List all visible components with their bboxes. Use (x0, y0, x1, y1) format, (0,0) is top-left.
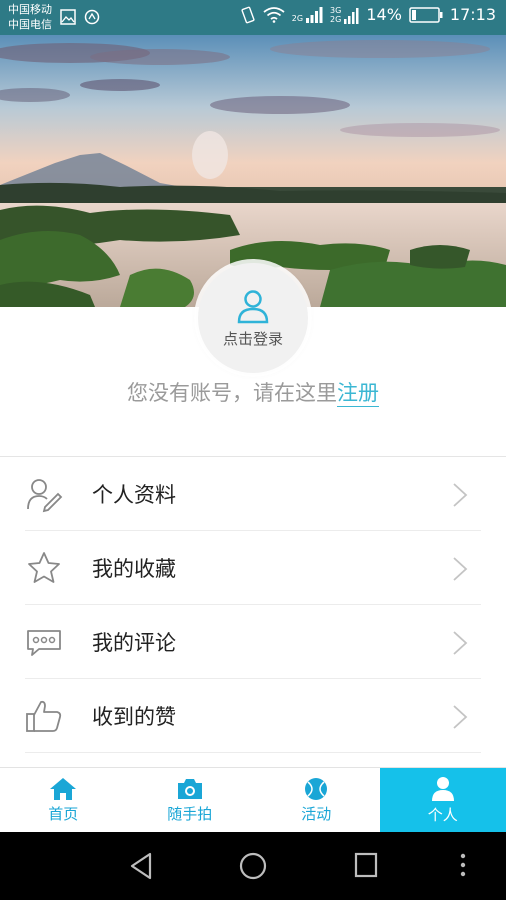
chevron-right-icon (453, 483, 468, 507)
status-left-icons (60, 9, 100, 25)
menu-item-label: 我的评论 (92, 631, 176, 655)
chevron-right-icon (453, 705, 468, 729)
ball-icon (305, 777, 328, 800)
register-link[interactable]: 注册 (337, 381, 379, 407)
carrier-1: 中国移动 (8, 3, 52, 16)
user-icon (237, 289, 269, 323)
tab-label: 首页 (48, 804, 79, 823)
menu-item-comments[interactable]: 我的评论 (0, 605, 506, 679)
image-icon (60, 9, 76, 25)
back-icon[interactable] (129, 852, 153, 880)
carrier-info: 中国移动 中国电信 (8, 2, 52, 32)
profile-menu: 个人资料 我的收藏 我的评论 收到的赞 (0, 457, 506, 753)
clock: 17:13 (449, 5, 496, 24)
bottom-tab-bar: 首页 随手拍 活动 个人 (0, 767, 506, 832)
star-icon (28, 552, 60, 583)
chevron-right-icon (453, 557, 468, 581)
tab-label: 随手拍 (167, 804, 213, 823)
menu-item-label: 个人资料 (92, 483, 176, 507)
no-account-text: 您没有账号，请在这里 (127, 381, 337, 405)
battery-icon (409, 6, 443, 23)
home-icon (50, 777, 77, 800)
comment-icon (27, 630, 61, 656)
status-bar: 中国移动 中国电信 2G 3G 2G 14% 17:13 (0, 0, 506, 35)
system-nav-bar (0, 832, 506, 900)
tab-snapshot[interactable]: 随手拍 (127, 768, 254, 832)
menu-item-label: 我的收藏 (92, 557, 176, 581)
status-right: 2G 3G 2G 14% 17:13 (240, 5, 496, 24)
tab-label: 活动 (301, 804, 332, 823)
carrier-2: 中国电信 (8, 18, 52, 31)
person-icon (431, 776, 454, 801)
menu-item-likes[interactable]: 收到的赞 (0, 679, 506, 753)
register-prompt: 您没有账号，请在这里注册 (0, 377, 506, 407)
menu-item-profile[interactable]: 个人资料 (0, 457, 506, 531)
chevron-right-icon (453, 631, 468, 655)
profile-edit-icon (27, 479, 63, 513)
signal-bars-icon (306, 6, 323, 23)
tab-home[interactable]: 首页 (0, 768, 127, 832)
signal-bars-icon-2 (344, 7, 359, 24)
signal-3g: 3G 2G (330, 6, 359, 24)
login-avatar-button[interactable]: 点击登录 (198, 263, 308, 373)
vibrate-icon (241, 6, 255, 23)
login-label: 点击登录 (222, 329, 283, 348)
tab-activity[interactable]: 活动 (253, 768, 380, 832)
menu-item-label: 收到的赞 (92, 705, 176, 729)
wifi-icon (263, 6, 285, 23)
tab-personal[interactable]: 个人 (379, 768, 506, 832)
recents-icon[interactable] (354, 852, 378, 878)
more-icon[interactable] (458, 852, 468, 878)
divider (25, 752, 481, 753)
signal-2g: 2G (292, 6, 323, 23)
battery-percent: 14% (366, 5, 402, 24)
camera-icon (177, 778, 202, 799)
app-notification-icon (84, 9, 100, 25)
menu-item-favorites[interactable]: 我的收藏 (0, 531, 506, 605)
tab-label: 个人 (427, 805, 458, 824)
thumbs-up-icon (26, 700, 62, 732)
home-circle-icon[interactable] (239, 852, 267, 880)
